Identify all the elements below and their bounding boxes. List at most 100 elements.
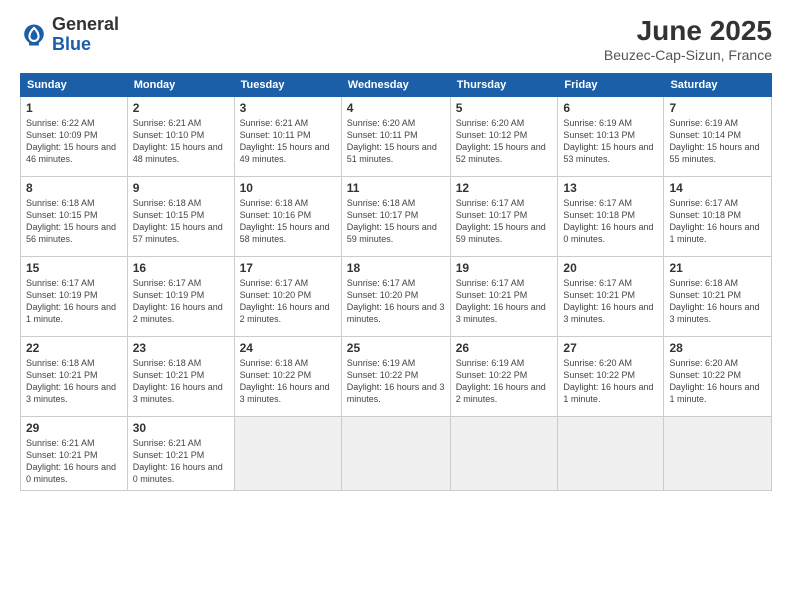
calendar-cell: 24Sunrise: 6:18 AM Sunset: 10:22 PM Dayl… <box>234 337 341 417</box>
day-number: 20 <box>563 261 658 275</box>
calendar-cell: 20 Sunrise: 6:17 AM Sunset: 10:21 PM Dayl… <box>558 257 664 337</box>
calendar-cell <box>234 417 341 491</box>
weekday-header-wednesday: Wednesday <box>341 74 450 97</box>
calendar-table: SundayMondayTuesdayWednesdayThursdayFrid… <box>20 73 772 491</box>
day-info: Sunrise: 6:17 AM Sunset: 10:21 PM Daylig… <box>563 277 658 326</box>
day-info: Sunrise: 6:18 AM Sunset: 10:21 PM Daylig… <box>133 357 229 406</box>
day-number: 4 <box>347 101 445 115</box>
calendar-cell: 15 Sunrise: 6:17 AM Sunset: 10:19 PM Dayl… <box>21 257 128 337</box>
day-info: Sunrise: 6:19 AM Sunset: 10:22 PM Daylig… <box>347 357 445 406</box>
day-number: 1 <box>26 101 122 115</box>
calendar-cell: 7Sunrise: 6:19 AM Sunset: 10:14 PM Dayli… <box>664 97 772 177</box>
logo-icon <box>20 21 48 49</box>
day-number: 13 <box>563 181 658 195</box>
calendar-week-row: 22Sunrise: 6:18 AM Sunset: 10:21 PM Dayl… <box>21 337 772 417</box>
day-info: Sunrise: 6:17 AM Sunset: 10:17 PM Daylig… <box>456 197 553 246</box>
day-number: 12 <box>456 181 553 195</box>
day-number: 8 <box>26 181 122 195</box>
day-info: Sunrise: 6:18 AM Sunset: 10:17 PM Daylig… <box>347 197 445 246</box>
calendar-cell: 4 Sunrise: 6:20 AM Sunset: 10:11 PM Dayli… <box>341 97 450 177</box>
day-info: Sunrise: 6:17 AM Sunset: 10:18 PM Daylig… <box>563 197 658 246</box>
calendar-week-row: 29 Sunrise: 6:21 AM Sunset: 10:21 PM Dayl… <box>21 417 772 491</box>
weekday-header-tuesday: Tuesday <box>234 74 341 97</box>
weekday-header-sunday: Sunday <box>21 74 128 97</box>
weekday-header-thursday: Thursday <box>450 74 558 97</box>
location: Beuzec-Cap-Sizun, France <box>604 47 772 63</box>
day-number: 15 <box>26 261 122 275</box>
day-number: 30 <box>133 421 229 435</box>
day-number: 26 <box>456 341 553 355</box>
day-number: 14 <box>669 181 766 195</box>
weekday-header-saturday: Saturday <box>664 74 772 97</box>
day-number: 7 <box>669 101 766 115</box>
calendar-week-row: 15 Sunrise: 6:17 AM Sunset: 10:19 PM Dayl… <box>21 257 772 337</box>
day-number: 2 <box>133 101 229 115</box>
calendar-cell: 26 Sunrise: 6:19 AM Sunset: 10:22 PM Dayl… <box>450 337 558 417</box>
calendar-cell <box>341 417 450 491</box>
day-info: Sunrise: 6:21 AM Sunset: 10:10 PM Daylig… <box>133 117 229 166</box>
day-number: 29 <box>26 421 122 435</box>
day-number: 5 <box>456 101 553 115</box>
calendar-cell: 2 Sunrise: 6:21 AM Sunset: 10:10 PM Dayli… <box>127 97 234 177</box>
day-info: Sunrise: 6:17 AM Sunset: 10:18 PM Daylig… <box>669 197 766 246</box>
page-header: General Blue June 2025 Beuzec-Cap-Sizun,… <box>20 15 772 63</box>
day-number: 18 <box>347 261 445 275</box>
calendar-cell: 19Sunrise: 6:17 AM Sunset: 10:21 PM Dayl… <box>450 257 558 337</box>
calendar-cell: 27Sunrise: 6:20 AM Sunset: 10:22 PM Dayl… <box>558 337 664 417</box>
day-number: 6 <box>563 101 658 115</box>
day-number: 27 <box>563 341 658 355</box>
day-number: 25 <box>347 341 445 355</box>
calendar-cell: 10Sunrise: 6:18 AM Sunset: 10:16 PM Dayl… <box>234 177 341 257</box>
calendar-cell: 13 Sunrise: 6:17 AM Sunset: 10:18 PM Dayl… <box>558 177 664 257</box>
logo-general-text: General <box>52 14 119 34</box>
calendar-cell: 18 Sunrise: 6:17 AM Sunset: 10:20 PM Dayl… <box>341 257 450 337</box>
day-info: Sunrise: 6:17 AM Sunset: 10:20 PM Daylig… <box>347 277 445 326</box>
calendar-cell: 8 Sunrise: 6:18 AM Sunset: 10:15 PM Dayli… <box>21 177 128 257</box>
day-info: Sunrise: 6:17 AM Sunset: 10:21 PM Daylig… <box>456 277 553 326</box>
day-number: 21 <box>669 261 766 275</box>
calendar-cell: 22Sunrise: 6:18 AM Sunset: 10:21 PM Dayl… <box>21 337 128 417</box>
calendar-cell: 5 Sunrise: 6:20 AM Sunset: 10:12 PM Dayli… <box>450 97 558 177</box>
day-info: Sunrise: 6:21 AM Sunset: 10:21 PM Daylig… <box>26 437 122 486</box>
day-info: Sunrise: 6:18 AM Sunset: 10:15 PM Daylig… <box>133 197 229 246</box>
day-number: 9 <box>133 181 229 195</box>
day-info: Sunrise: 6:17 AM Sunset: 10:19 PM Daylig… <box>26 277 122 326</box>
calendar-cell: 11 Sunrise: 6:18 AM Sunset: 10:17 PM Dayl… <box>341 177 450 257</box>
day-info: Sunrise: 6:19 AM Sunset: 10:22 PM Daylig… <box>456 357 553 406</box>
calendar-cell: 3Sunrise: 6:21 AM Sunset: 10:11 PM Dayli… <box>234 97 341 177</box>
day-info: Sunrise: 6:18 AM Sunset: 10:21 PM Daylig… <box>26 357 122 406</box>
calendar-cell: 17 Sunrise: 6:17 AM Sunset: 10:20 PM Dayl… <box>234 257 341 337</box>
day-number: 16 <box>133 261 229 275</box>
calendar-cell: 28Sunrise: 6:20 AM Sunset: 10:22 PM Dayl… <box>664 337 772 417</box>
calendar-cell: 1 Sunrise: 6:22 AM Sunset: 10:09 PM Dayli… <box>21 97 128 177</box>
day-info: Sunrise: 6:17 AM Sunset: 10:19 PM Daylig… <box>133 277 229 326</box>
calendar-cell <box>450 417 558 491</box>
calendar-cell: 12 Sunrise: 6:17 AM Sunset: 10:17 PM Dayl… <box>450 177 558 257</box>
calendar-cell: 14 Sunrise: 6:17 AM Sunset: 10:18 PM Dayl… <box>664 177 772 257</box>
calendar-week-row: 1 Sunrise: 6:22 AM Sunset: 10:09 PM Dayli… <box>21 97 772 177</box>
day-info: Sunrise: 6:18 AM Sunset: 10:22 PM Daylig… <box>240 357 336 406</box>
day-info: Sunrise: 6:17 AM Sunset: 10:20 PM Daylig… <box>240 277 336 326</box>
day-number: 23 <box>133 341 229 355</box>
calendar-header-row: SundayMondayTuesdayWednesdayThursdayFrid… <box>21 74 772 97</box>
day-info: Sunrise: 6:21 AM Sunset: 10:21 PM Daylig… <box>133 437 229 486</box>
calendar-cell: 23 Sunrise: 6:18 AM Sunset: 10:21 PM Dayl… <box>127 337 234 417</box>
day-info: Sunrise: 6:20 AM Sunset: 10:22 PM Daylig… <box>669 357 766 406</box>
calendar-cell: 9 Sunrise: 6:18 AM Sunset: 10:15 PM Dayli… <box>127 177 234 257</box>
title-block: June 2025 Beuzec-Cap-Sizun, France <box>604 15 772 63</box>
weekday-header-monday: Monday <box>127 74 234 97</box>
day-number: 17 <box>240 261 336 275</box>
day-info: Sunrise: 6:18 AM Sunset: 10:16 PM Daylig… <box>240 197 336 246</box>
day-info: Sunrise: 6:18 AM Sunset: 10:15 PM Daylig… <box>26 197 122 246</box>
calendar-week-row: 8 Sunrise: 6:18 AM Sunset: 10:15 PM Dayli… <box>21 177 772 257</box>
calendar-cell <box>558 417 664 491</box>
day-info: Sunrise: 6:22 AM Sunset: 10:09 PM Daylig… <box>26 117 122 166</box>
logo-blue-text: Blue <box>52 34 91 54</box>
day-info: Sunrise: 6:19 AM Sunset: 10:13 PM Daylig… <box>563 117 658 166</box>
calendar-cell: 29 Sunrise: 6:21 AM Sunset: 10:21 PM Dayl… <box>21 417 128 491</box>
day-info: Sunrise: 6:20 AM Sunset: 10:11 PM Daylig… <box>347 117 445 166</box>
day-number: 11 <box>347 181 445 195</box>
calendar-cell: 25 Sunrise: 6:19 AM Sunset: 10:22 PM Dayl… <box>341 337 450 417</box>
day-info: Sunrise: 6:20 AM Sunset: 10:12 PM Daylig… <box>456 117 553 166</box>
calendar-cell: 6 Sunrise: 6:19 AM Sunset: 10:13 PM Dayli… <box>558 97 664 177</box>
